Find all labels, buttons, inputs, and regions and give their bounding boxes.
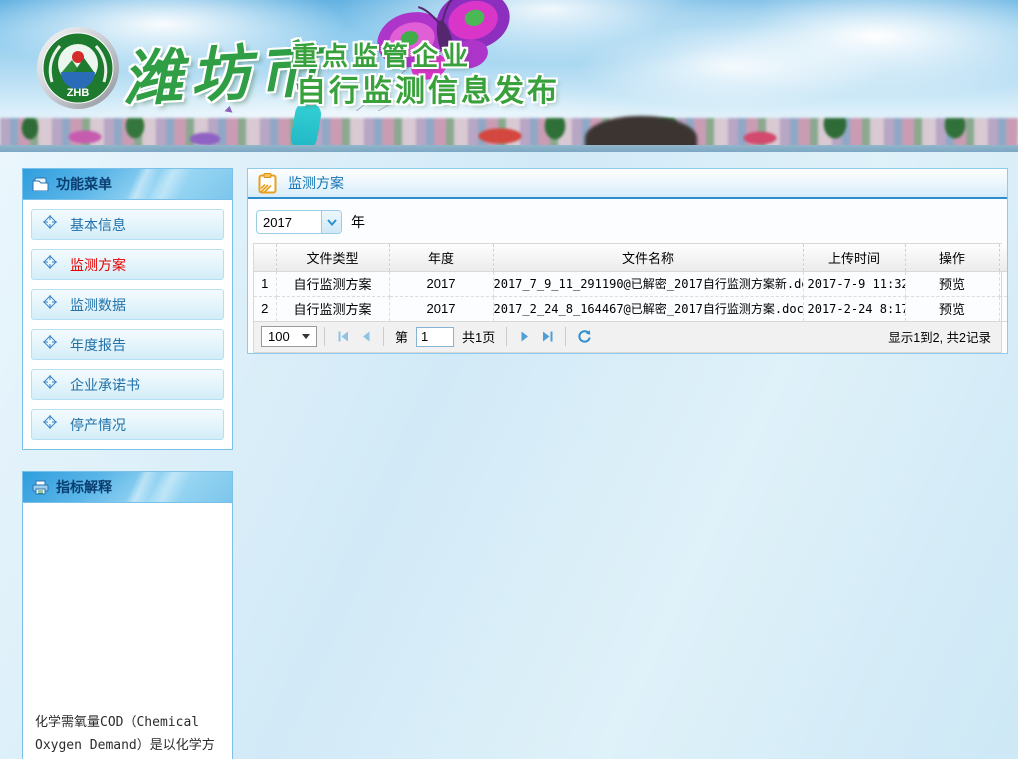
indicator-panel-header: 指标解释: [23, 472, 232, 503]
cell-file-type: 自行监测方案: [276, 296, 389, 321]
next-page-button[interactable]: [514, 326, 536, 348]
compass-diamond-icon: [43, 215, 57, 234]
function-menu-panel: 功能菜单 基本信息 监测方案: [22, 168, 233, 450]
pager-divider: [506, 327, 507, 346]
col-index: [254, 244, 276, 271]
col-upload-time[interactable]: 上传时间: [803, 244, 905, 271]
cell-year: 2017: [389, 296, 493, 321]
preview-link[interactable]: 预览: [905, 271, 999, 296]
page: ZHB 潍坊市 重点监管企业 自行监测信息发布 功能菜单: [0, 0, 1018, 759]
sidebar-item-monitor-data[interactable]: 监测数据: [31, 289, 224, 320]
table-row[interactable]: 2 自行监测方案 2017 2017_2_24_8_164467@已解密_201…: [254, 296, 1007, 321]
page-label-prefix: 第: [395, 327, 408, 346]
indicator-panel: 指标解释 化学需氧量COD（Chemical Oxygen Demand）是以化…: [22, 471, 233, 759]
col-file-name[interactable]: 文件名称: [493, 244, 803, 271]
col-file-type[interactable]: 文件类型: [276, 244, 389, 271]
indicator-scroll-text: 化学需氧量COD（Chemical Oxygen Demand）是以化学方法: [23, 711, 232, 759]
pager-divider: [383, 327, 384, 346]
compass-diamond-icon: [43, 255, 57, 274]
chevron-down-icon[interactable]: [321, 211, 341, 233]
printer-icon: [32, 480, 49, 495]
table-row[interactable]: 1 自行监测方案 2017 2017_7_9_11_291190@已解密_201…: [254, 271, 1007, 296]
main-panel-header: 监测方案: [248, 169, 1007, 199]
sidebar-item-label: 停产情况: [70, 415, 126, 435]
function-menu-title: 功能菜单: [56, 174, 112, 194]
sidebar-item-label: 年度报告: [70, 335, 126, 355]
cell-upload-time: 2017-2-24 8:17:06: [803, 296, 905, 321]
function-menu-header: 功能菜单: [23, 169, 232, 200]
sidebar-item-label: 监测数据: [70, 295, 126, 315]
last-page-button[interactable]: [536, 326, 558, 348]
sidebar-item-label: 基本信息: [70, 215, 126, 235]
col-action[interactable]: 操作: [905, 244, 999, 271]
year-filter-row: 2017 年: [256, 210, 1002, 234]
sidebar-item-basic-info[interactable]: 基本信息: [31, 209, 224, 240]
data-grid: 文件类型 年度 文件名称 上传时间 操作 1 自行监测方案: [253, 243, 1002, 353]
sidebar-item-commitment[interactable]: 企业承诺书: [31, 369, 224, 400]
banner: ZHB 潍坊市 重点监管企业 自行监测信息发布: [0, 0, 1018, 152]
page-number-input[interactable]: [416, 327, 454, 347]
banner-ground-strip: [0, 145, 1018, 152]
cell-upload-time: 2017-7-9 11:32:15: [803, 271, 905, 296]
sidebar-item-label: 监测方案: [70, 255, 126, 275]
compass-diamond-icon: [43, 335, 57, 354]
sidebar-item-label: 企业承诺书: [70, 375, 140, 395]
pager-bar: 100 第 共1页: [254, 322, 1001, 352]
folder-icon: [32, 177, 49, 191]
cell-file-type: 自行监测方案: [276, 271, 389, 296]
compass-diamond-icon: [43, 375, 57, 394]
year-select-value: 2017: [257, 211, 321, 233]
col-spacer: [999, 244, 1007, 271]
select-arrow-icon: [302, 334, 310, 339]
content-area: 功能菜单 基本信息 监测方案: [0, 152, 1018, 759]
indicator-body: 化学需氧量COD（Chemical Oxygen Demand）是以化学方法: [23, 503, 232, 759]
sidebar-item-shutdown[interactable]: 停产情况: [31, 409, 224, 440]
pager-divider: [565, 327, 566, 346]
refresh-icon[interactable]: [573, 326, 595, 348]
page-label-suffix: 共1页: [462, 327, 495, 346]
indicator-panel-title: 指标解释: [56, 477, 112, 497]
cell-spacer: [999, 296, 1007, 321]
year-select[interactable]: 2017: [256, 210, 342, 234]
function-menu-list: 基本信息 监测方案 监测数据: [23, 200, 232, 449]
page-size-value: 100: [268, 329, 290, 344]
sidebar-item-annual-report[interactable]: 年度报告: [31, 329, 224, 360]
indicator-line: Oxygen Demand）是以化学方法: [35, 734, 220, 759]
sidebar-item-monitor-plan[interactable]: 监测方案: [31, 249, 224, 280]
table-header-row: 文件类型 年度 文件名称 上传时间 操作: [254, 244, 1007, 271]
page-title: 监测方案: [288, 173, 344, 193]
cell-spacer: [999, 271, 1007, 296]
cell-file-name: 2017_2_24_8_164467@已解密_2017自行监测方案.doc: [493, 296, 803, 321]
main-panel: 监测方案 2017 年: [247, 168, 1008, 354]
pager-status-text: 显示1到2, 共2记录: [888, 327, 994, 346]
files-table: 文件类型 年度 文件名称 上传时间 操作 1 自行监测方案: [254, 244, 1007, 322]
year-unit-label: 年: [351, 212, 365, 232]
compass-diamond-icon: [43, 295, 57, 314]
cell-index: 2: [254, 296, 276, 321]
main-body: 2017 年: [248, 199, 1007, 353]
cell-file-name: 2017_7_9_11_291190@已解密_2017自行监测方案新.doc: [493, 271, 803, 296]
col-year[interactable]: 年度: [389, 244, 493, 271]
svg-text:ZHB: ZHB: [67, 87, 90, 99]
prev-page-button[interactable]: [354, 326, 376, 348]
pager-divider: [324, 327, 325, 346]
page-size-select[interactable]: 100: [261, 326, 317, 347]
banner-subtitle-2: 自行监测信息发布: [296, 66, 560, 110]
zhb-environment-logo: ZHB: [36, 26, 120, 110]
cell-year: 2017: [389, 271, 493, 296]
compass-diamond-icon: [43, 415, 57, 434]
preview-link[interactable]: 预览: [905, 296, 999, 321]
first-page-button[interactable]: [332, 326, 354, 348]
indicator-line: 化学需氧量COD（Chemical: [35, 711, 220, 734]
clipboard-icon: [258, 173, 277, 194]
sidebar: 功能菜单 基本信息 监测方案: [22, 168, 233, 759]
cell-index: 1: [254, 271, 276, 296]
